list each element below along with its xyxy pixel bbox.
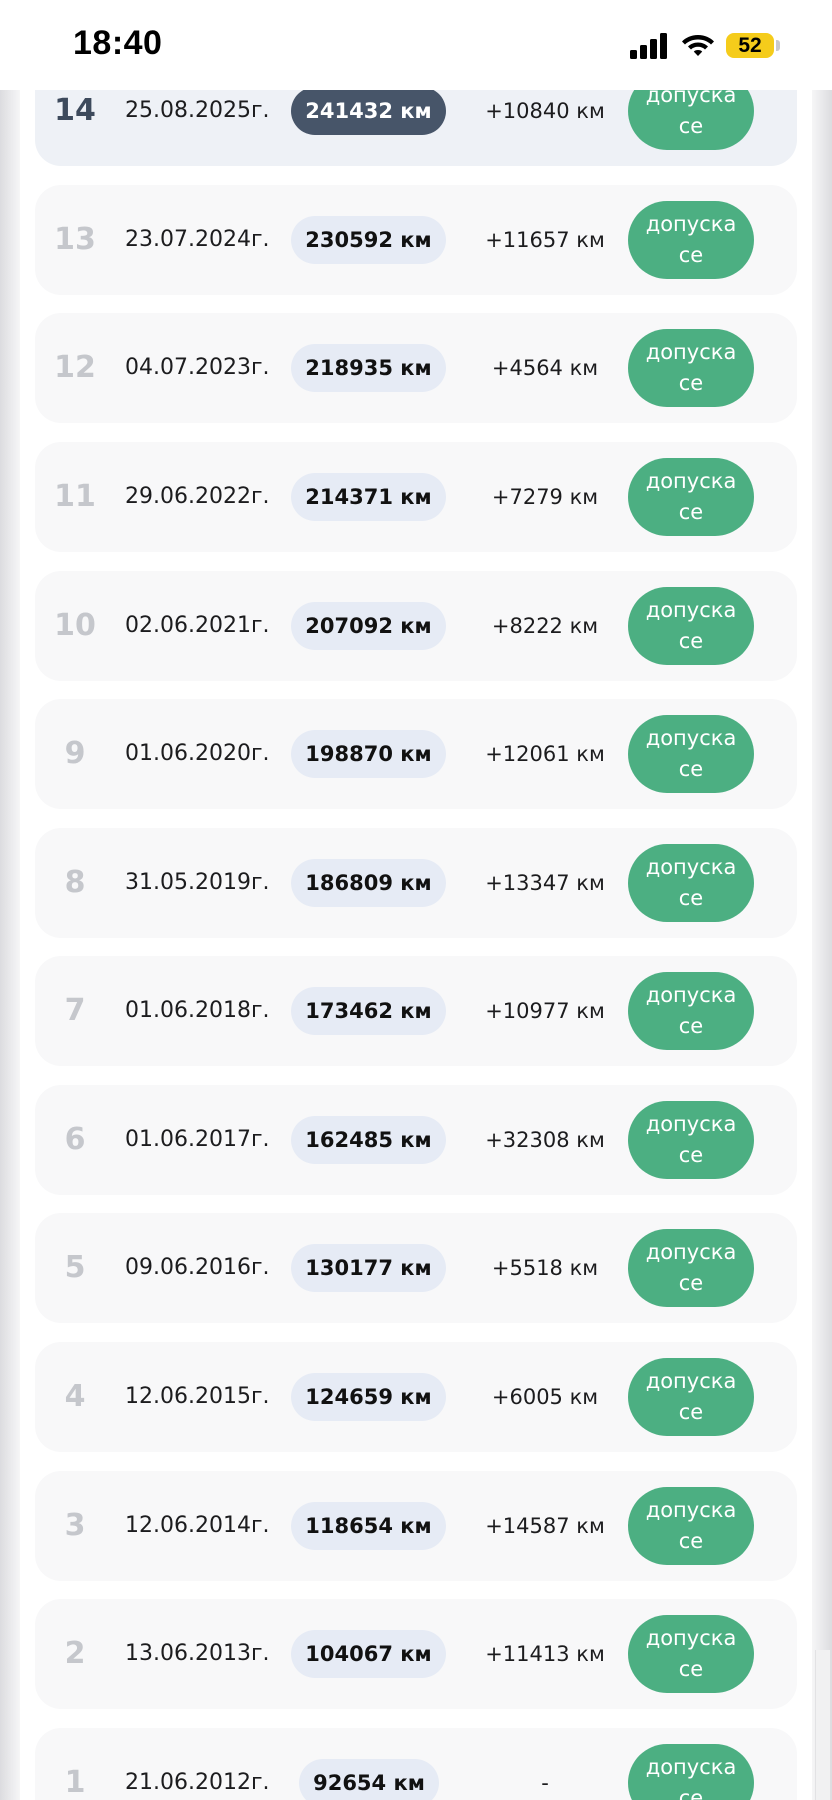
row-index: 12 (54, 350, 96, 385)
status-badge[interactable]: допуска се (628, 329, 754, 407)
row-date: 01.06.2020г. (125, 741, 270, 766)
mileage-difference: +11657 км (485, 228, 605, 252)
status-badge[interactable]: допуска се (628, 201, 754, 279)
mileage-difference: +13347 км (485, 871, 605, 895)
row-index: 7 (64, 993, 86, 1028)
row-date: 13.06.2013г. (125, 1641, 270, 1666)
list-item[interactable]: 12 04.07.2023г. 218935 км +4564 км допус… (35, 313, 797, 423)
list-item[interactable]: 3 12.06.2014г. 118654 км +14587 км допус… (35, 1471, 797, 1581)
list-item[interactable]: 2 13.06.2013г. 104067 км +11413 км допус… (35, 1599, 797, 1709)
row-date: 09.06.2016г. (125, 1255, 270, 1280)
status-badge[interactable]: допуска се (628, 1615, 754, 1693)
row-date: 31.05.2019г. (125, 870, 270, 895)
list-item[interactable]: 10 02.06.2021г. 207092 км +8222 км допус… (35, 571, 797, 681)
mileage-difference: +8222 км (491, 614, 599, 638)
status-badge[interactable]: допуска се (628, 715, 754, 793)
mileage-badge: 162485 км (291, 1116, 446, 1164)
mileage-difference: +10977 км (485, 999, 605, 1023)
mileage-difference: +6005 км (491, 1385, 599, 1409)
row-date: 01.06.2018г. (125, 998, 270, 1023)
inspection-history-list[interactable]: 14 25.08.2025г. 241432 км +10840 км допу… (0, 0, 832, 1800)
mileage-badge: 104067 км (291, 1630, 446, 1678)
mileage-badge: 173462 км (291, 987, 446, 1035)
row-index: 3 (64, 1508, 86, 1543)
mileage-difference: +12061 км (485, 742, 605, 766)
list-item[interactable]: 6 01.06.2017г. 162485 км +32308 км допус… (35, 1085, 797, 1195)
list-item[interactable]: 5 09.06.2016г. 130177 км +5518 км допуск… (35, 1213, 797, 1323)
mileage-difference: +7279 км (491, 485, 599, 509)
status-badge[interactable]: допуска се (628, 972, 754, 1050)
mileage-badge: 218935 км (291, 344, 446, 392)
list-item[interactable]: 13 23.07.2024г. 230592 км +11657 км допу… (35, 185, 797, 295)
mileage-badge: 124659 км (291, 1373, 446, 1421)
mileage-badge: 207092 км (291, 602, 446, 650)
status-badge[interactable]: допуска се (628, 1744, 754, 1800)
row-index: 2 (64, 1636, 86, 1671)
status-bar: 18:40 52 (0, 0, 832, 90)
row-date: 23.07.2024г. (125, 227, 270, 252)
list-item[interactable]: 11 29.06.2022г. 214371 км +7279 км допус… (35, 442, 797, 552)
row-date: 12.06.2015г. (125, 1384, 270, 1409)
row-index: 4 (64, 1379, 86, 1414)
row-date: 02.06.2021г. (125, 613, 270, 638)
mileage-difference: +14587 км (485, 1514, 605, 1538)
row-date: 12.06.2014г. (125, 1513, 270, 1538)
mileage-badge: 186809 км (291, 859, 446, 907)
row-date: 01.06.2017г. (125, 1127, 270, 1152)
mileage-difference: - (541, 1771, 549, 1795)
mileage-badge: 130177 км (291, 1244, 446, 1292)
status-badge[interactable]: допуска се (628, 844, 754, 922)
battery-indicator: 52 (726, 33, 774, 58)
status-time: 18:40 (73, 24, 163, 62)
row-index: 11 (54, 479, 96, 514)
status-badge[interactable]: допуска се (628, 1358, 754, 1436)
mileage-difference: +32308 км (485, 1128, 605, 1152)
mileage-difference: +5518 км (491, 1256, 599, 1280)
row-index: 1 (64, 1765, 86, 1800)
list-item[interactable]: 1 21.06.2012г. 92654 км - допуска се (35, 1728, 797, 1800)
status-badge[interactable]: допуска се (628, 1101, 754, 1179)
mileage-badge: 214371 км (291, 473, 446, 521)
row-index: 6 (64, 1122, 86, 1157)
mileage-difference: +4564 км (491, 356, 599, 380)
row-index: 8 (64, 865, 86, 900)
mileage-badge: 241432 км (291, 87, 446, 135)
status-badge[interactable]: допуска се (628, 1229, 754, 1307)
list-item[interactable]: 8 31.05.2019г. 186809 км +13347 км допус… (35, 828, 797, 938)
mileage-badge: 198870 км (291, 730, 446, 778)
row-index: 9 (64, 736, 86, 771)
mileage-badge: 230592 км (291, 216, 446, 264)
list-item[interactable]: 7 01.06.2018г. 173462 км +10977 км допус… (35, 956, 797, 1066)
row-index: 5 (64, 1250, 86, 1285)
battery-cap (776, 40, 780, 51)
mileage-badge: 118654 км (291, 1502, 446, 1550)
row-date: 21.06.2012г. (125, 1770, 270, 1795)
row-date: 04.07.2023г. (125, 355, 270, 380)
list-item[interactable]: 9 01.06.2020г. 198870 км +12061 км допус… (35, 699, 797, 809)
screen: 14 25.08.2025г. 241432 км +10840 км допу… (0, 0, 832, 1800)
cellular-signal-icon (630, 33, 667, 59)
status-badge[interactable]: допуска се (628, 587, 754, 665)
list-item[interactable]: 4 12.06.2015г. 124659 км +6005 км допуск… (35, 1342, 797, 1452)
status-badge[interactable]: допуска се (628, 1487, 754, 1565)
mileage-badge: 92654 км (299, 1759, 439, 1800)
status-badge[interactable]: допуска се (628, 458, 754, 536)
row-date: 29.06.2022г. (125, 484, 270, 509)
row-index: 10 (54, 608, 96, 643)
mileage-difference: +11413 км (485, 1642, 605, 1666)
row-index: 13 (54, 222, 96, 257)
wifi-icon (682, 35, 714, 56)
